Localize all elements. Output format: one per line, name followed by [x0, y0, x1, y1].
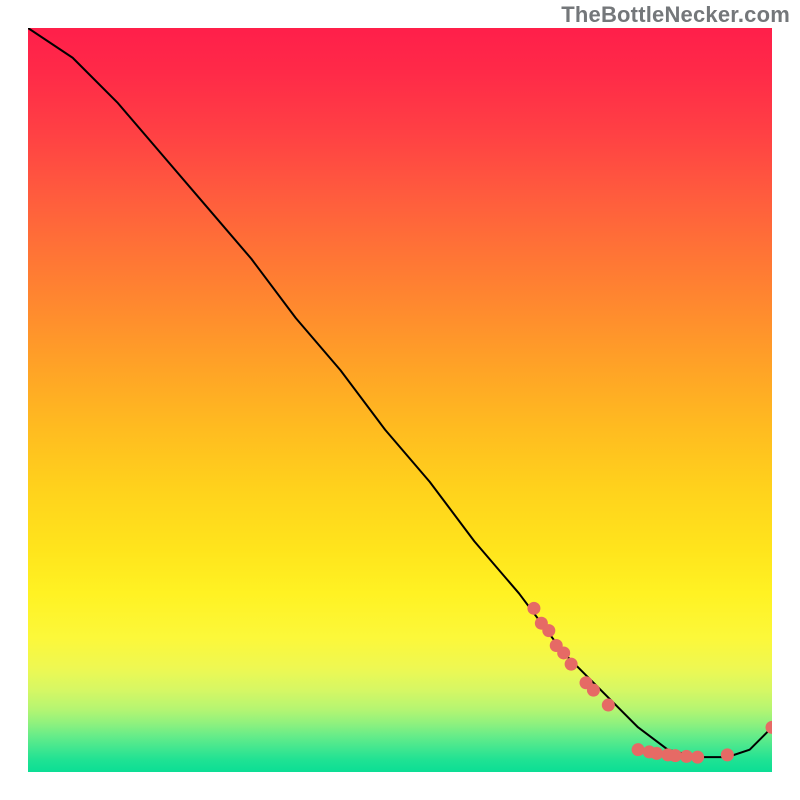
curve-marker-dot: [680, 750, 693, 763]
curve-marker-dot: [691, 751, 704, 764]
attribution-text: TheBottleNecker.com: [561, 2, 790, 28]
chart-plot-area: [28, 28, 772, 772]
bottleneck-curve-line: [28, 28, 772, 757]
chart-svg-layer: [28, 28, 772, 772]
curve-marker-dot: [542, 624, 555, 637]
curve-marker-group: [527, 602, 772, 764]
curve-marker-dot: [721, 748, 734, 761]
curve-marker-dot: [557, 646, 570, 659]
curve-marker-dot: [587, 684, 600, 697]
curve-marker-dot: [650, 747, 663, 760]
curve-marker-dot: [669, 749, 682, 762]
curve-marker-dot: [565, 658, 578, 671]
curve-marker-dot: [632, 743, 645, 756]
curve-marker-dot: [527, 602, 540, 615]
curve-marker-dot: [602, 699, 615, 712]
